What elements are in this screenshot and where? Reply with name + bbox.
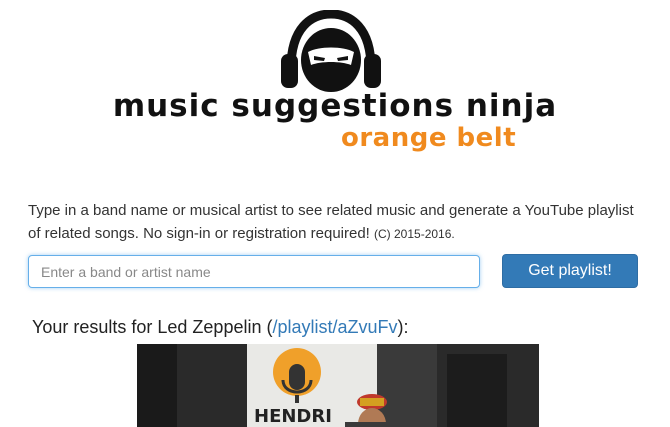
get-playlist-button[interactable]: Get playlist! — [502, 254, 638, 288]
video-player[interactable]: HENDRI — [137, 344, 539, 427]
artist-search-input[interactable] — [28, 255, 480, 288]
intro-text: Type in a band name or musical artist to… — [28, 199, 648, 246]
logo-subtitle: orange belt — [341, 123, 517, 153]
site-logo: music suggestions ninja orange belt — [0, 0, 670, 160]
playlist-link[interactable]: /playlist/aZvuFv — [272, 317, 397, 337]
ninja-headphones-icon — [281, 10, 381, 92]
results-suffix: ): — [397, 317, 409, 337]
video-thumbnail: HENDRI — [137, 344, 539, 427]
thumbnail-sign-text: HENDRI — [254, 406, 332, 427]
copyright: (C) 2015-2016. — [374, 227, 455, 241]
results-prefix: Your results for Led Zeppelin ( — [32, 317, 273, 337]
logo-title: music suggestions ninja — [112, 88, 558, 124]
results-heading: Your results for Led Zeppelin (/playlist… — [32, 317, 409, 338]
intro-description: Type in a band name or musical artist to… — [28, 202, 634, 242]
